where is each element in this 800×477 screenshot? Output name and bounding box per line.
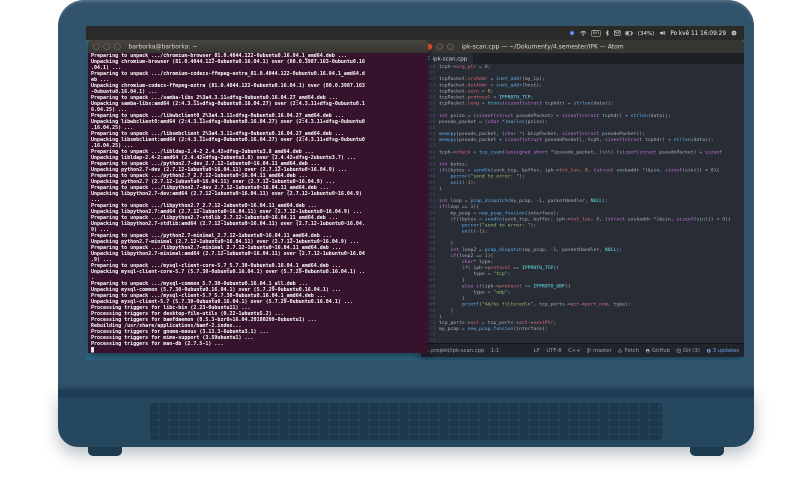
page: { "top_bar": { "keyboard_layout": "En", … xyxy=(0,0,800,477)
terminal-window-title: barborka@barborka: ~ xyxy=(128,43,198,50)
terminal-window: barborka@barborka: ~ Preparing to unpack… xyxy=(88,40,428,353)
keyboard-layout-indicator[interactable]: En xyxy=(591,29,601,37)
status-line-ending[interactable]: LF xyxy=(534,348,540,354)
system-top-bar: En (34%) Po kvě 11 16:09:29 xyxy=(86,26,744,40)
atom-minimize-button[interactable] xyxy=(436,43,443,50)
laptop-keyboard xyxy=(150,403,662,440)
clock[interactable]: Po kvě 11 16:09:29 xyxy=(670,30,726,37)
atom-window: ipk-scan.cpp — ~/Dokumenty/4.semester/IP… xyxy=(421,40,744,357)
code-line: tcph->check = tcp_csum((unsigned short *… xyxy=(439,149,723,155)
terminal-cursor xyxy=(91,347,428,353)
status-github[interactable]: GitHub xyxy=(645,348,670,354)
terminal-title-bar[interactable]: barborka@barborka: ~ xyxy=(88,40,428,53)
battery-icon[interactable] xyxy=(625,30,633,36)
tab-label: ipk-scan.cpp xyxy=(432,55,468,62)
terminal-minimize-button[interactable] xyxy=(103,43,110,50)
terminal-output[interactable]: Preparing to unpack .../chromium-browser… xyxy=(88,53,428,353)
laptop-foot-right xyxy=(690,447,724,456)
update-icon xyxy=(706,348,711,353)
atom-tab-bar: C ipk-scan.cpp xyxy=(421,53,744,64)
status-grammar[interactable]: C++ xyxy=(568,348,580,354)
git-plus-icon xyxy=(676,348,681,353)
sync-icon xyxy=(618,348,623,353)
status-cursor-position[interactable]: 1:1 xyxy=(491,348,499,354)
mail-icon[interactable] xyxy=(613,30,621,36)
wifi-icon[interactable] xyxy=(580,30,587,36)
status-file-path[interactable]: 1.projekt/ipk-scan.cpp xyxy=(426,348,484,354)
battery-percent: (34%) xyxy=(637,29,655,37)
status-git-changes[interactable]: Git (3) xyxy=(676,348,700,354)
git-branch-icon xyxy=(587,348,592,353)
code-line: memcpy(pseudo_packet + sizeof(struct pse… xyxy=(439,137,714,143)
atom-window-title: ipk-scan.cpp — ~/Dokumenty/4.semester/IP… xyxy=(461,43,624,50)
code-editor[interactable]: 530 531 532 533 534 535 536 537 538 539 540 541 542 5… xyxy=(421,64,744,344)
atom-maximize-button[interactable] xyxy=(447,43,454,50)
terminal-maximize-button[interactable] xyxy=(114,43,121,50)
status-updates[interactable]: 3 updates xyxy=(706,348,739,354)
atom-status-bar: 1.projekt/ipk-scan.cpp 1:1 LF UTF-8 C++ … xyxy=(421,343,744,357)
status-git-fetch[interactable]: Fetch xyxy=(618,348,639,354)
laptop-foot-left xyxy=(88,447,122,456)
laptop-hinge xyxy=(58,390,754,397)
bluetooth-icon[interactable] xyxy=(605,30,609,36)
tab-ipk-scan-cpp[interactable]: C ipk-scan.cpp xyxy=(421,53,474,64)
code-text[interactable]: tcph->urg_ptr = 0; tcpPacket.srcAddr = i… xyxy=(439,64,744,344)
session-gear-icon[interactable] xyxy=(731,30,737,36)
terminal-close-button[interactable] xyxy=(93,43,100,50)
atom-title-bar[interactable]: ipk-scan.cpp — ~/Dokumenty/4.semester/IP… xyxy=(421,40,744,53)
github-icon xyxy=(645,348,650,353)
status-git-branch[interactable]: master xyxy=(587,348,612,354)
indicator-app-icon[interactable] xyxy=(569,30,575,36)
status-encoding[interactable]: UTF-8 xyxy=(546,348,561,354)
volume-icon[interactable] xyxy=(659,30,666,36)
desktop: En (34%) Po kvě 11 16:09:29 ipk-scan.cpp… xyxy=(86,26,744,360)
